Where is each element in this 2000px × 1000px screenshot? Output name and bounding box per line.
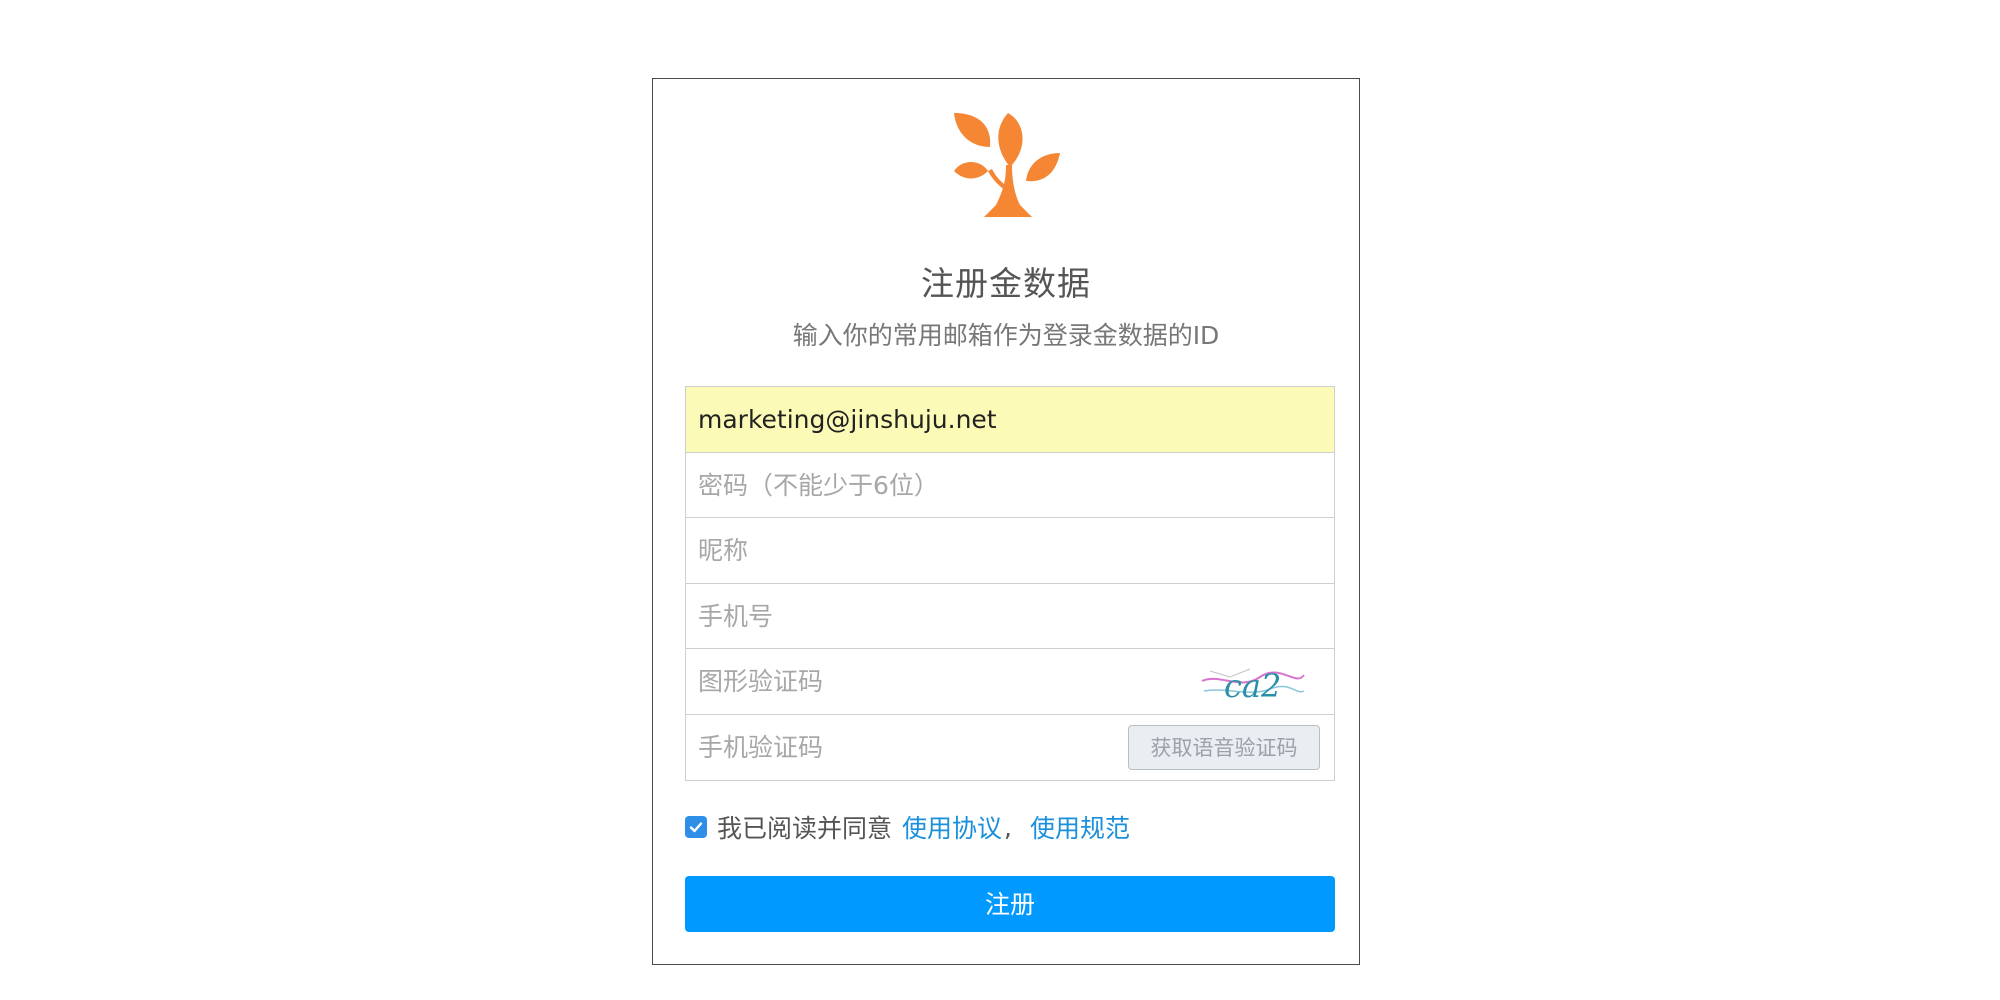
sms-code-field[interactable] [686,714,1126,780]
captcha-text: ca2 [1224,667,1281,705]
phone-field[interactable] [686,583,1334,649]
password-field-wrapper [685,451,1335,519]
nickname-field[interactable] [686,518,1334,583]
agreement-text: 我已阅读并同意 [717,814,893,843]
captcha-image[interactable]: ca2 [1200,661,1306,705]
agreement-separator: , [1004,812,1012,842]
get-voice-code-button[interactable]: 获取语音验证码 [1128,724,1320,770]
logo-icon [954,113,1060,217]
register-card: 注册金数据 输入你的常用邮箱作为登录金数据的ID ca2 获取语音 [652,78,1360,965]
checkmark-icon [689,822,703,833]
agreement-row: 我已阅读并同意 使用协议 , 使用规范 [685,810,1130,844]
sms-code-field-wrapper: 获取语音验证码 [685,713,1335,781]
phone-field-wrapper [685,582,1335,650]
email-field-wrapper [685,386,1335,453]
register-button[interactable]: 注册 [685,876,1335,932]
nickname-field-wrapper [685,517,1335,584]
usage-rules-link[interactable]: 使用规范 [1030,809,1130,845]
registration-form: ca2 获取语音验证码 [685,386,1335,781]
page-subtitle: 输入你的常用邮箱作为登录金数据的ID [792,321,1220,350]
page-title: 注册金数据 [921,264,1091,303]
captcha-field-wrapper: ca2 [685,648,1335,715]
terms-of-use-link[interactable]: 使用协议 [902,809,1002,845]
password-field[interactable] [686,452,1334,518]
agree-checkbox[interactable] [685,816,707,838]
email-field[interactable] [686,387,1334,452]
